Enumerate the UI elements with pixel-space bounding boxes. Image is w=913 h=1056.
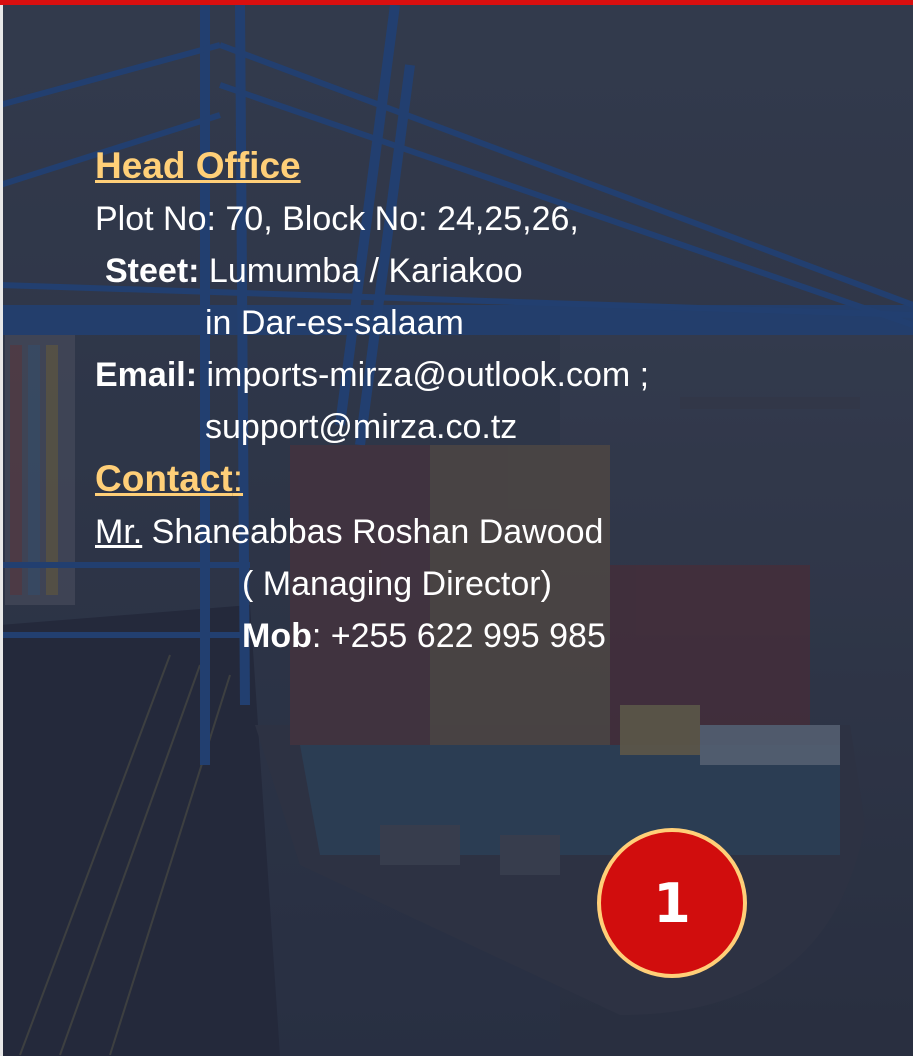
left-edge-strip (0, 5, 3, 1056)
street-value: Lumumba / Kariakoo (208, 252, 523, 290)
page-number-badge: 1 (597, 828, 747, 978)
salutation: Mr. (95, 513, 143, 551)
email-line: Email: imports-mirza@outlook.com ; (95, 349, 875, 401)
contact-info-panel: Head Office Plot No: 70, Block No: 24,25… (95, 140, 875, 662)
contact-name: Shaneabbas Roshan Dawood (151, 513, 604, 551)
contact-name-line: Mr. Shaneabbas Roshan Dawood (95, 506, 875, 558)
contact-heading: Contact: (95, 458, 244, 499)
email-secondary-link[interactable]: support@mirza.co.tz (95, 401, 875, 453)
email-primary-link[interactable]: imports-mirza@outlook.com ; (207, 356, 650, 394)
mob-label: Mob (242, 617, 312, 655)
email-label: Email: (95, 356, 198, 394)
address-line: Plot No: 70, Block No: 24,25,26, (95, 200, 579, 238)
street-label: Steet: (105, 252, 200, 290)
mobile-line: Mob: +255 622 995 985 (95, 610, 875, 662)
mob-number[interactable]: : +255 622 995 985 (312, 617, 606, 655)
city-line: in Dar-es-salaam (205, 304, 464, 342)
street-line: Steet: Lumumba / Kariakoo (95, 245, 875, 297)
contact-role: ( Managing Director) (242, 565, 552, 603)
head-office-heading: Head Office (95, 145, 301, 186)
